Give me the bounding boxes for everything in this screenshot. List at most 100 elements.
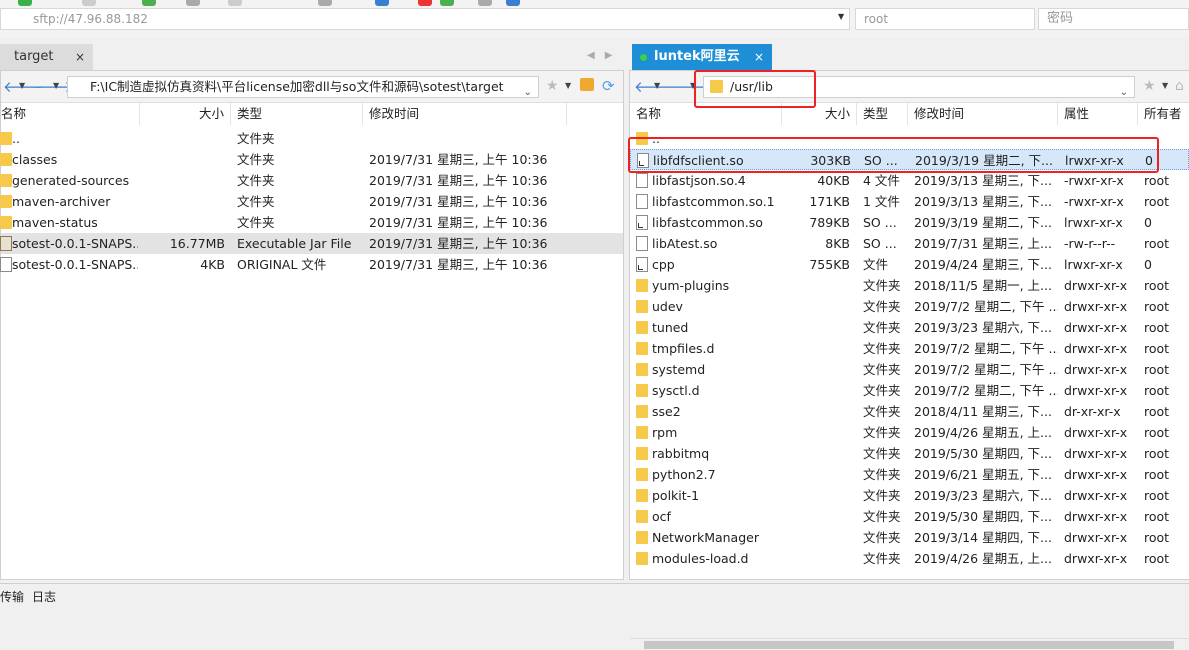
close-icon[interactable]: ×	[75, 44, 85, 70]
copy-icon[interactable]	[186, 0, 200, 6]
table-row[interactable]: maven-status 文件夹 2019/7/31 星期三, 上午 10:36	[0, 212, 623, 233]
chevron-down-icon[interactable]: ⌄	[524, 83, 532, 103]
table-row[interactable]: polkit-1 文件夹 2019/3/23 星期六, 下... drwxr-xr-x…	[630, 485, 1189, 506]
file-type: 文件夹	[863, 551, 901, 566]
file-attributes: drwxr-xr-x	[1064, 509, 1128, 524]
file-size	[782, 443, 850, 464]
table-row[interactable]: maven-archiver 文件夹 2019/7/31 星期三, 上午 10:36	[0, 191, 623, 212]
table-row[interactable]: yum-plugins 文件夹 2018/11/5 星期一, 上... drwxr-x…	[630, 275, 1189, 296]
file-icon	[636, 236, 648, 251]
chevron-down-icon[interactable]: ▼	[1162, 81, 1168, 90]
cut-icon[interactable]	[318, 0, 332, 6]
table-row[interactable]: sotest-0.0.1-SNAPS... 16.77MB Executable J…	[0, 233, 623, 254]
tab-local-target[interactable]: target ×	[0, 44, 93, 70]
table-row[interactable]: tuned 文件夹 2019/3/23 星期六, 下... drwxr-xr-x roo…	[630, 317, 1189, 338]
column-name[interactable]: 名称	[0, 103, 140, 125]
tab-log[interactable]: 日志	[32, 588, 56, 605]
chevron-down-icon[interactable]: ▼	[53, 81, 59, 90]
remote-column-header: 名称 大小 类型 修改时间 属性 所有者	[630, 103, 1189, 125]
scrollbar-thumb[interactable]	[644, 641, 1174, 649]
column-type[interactable]: 类型	[231, 103, 363, 125]
file-size	[140, 128, 225, 149]
stop-icon[interactable]	[418, 0, 432, 6]
file-icon	[0, 257, 12, 272]
home-icon[interactable]	[580, 78, 594, 91]
column-type[interactable]: 类型	[857, 103, 908, 125]
column-modified[interactable]: 修改时间	[363, 103, 567, 125]
table-row[interactable]: cpp 755KB 文件 2019/4/24 星期三, 下... lrwxr-xr-x 0	[630, 254, 1189, 275]
table-row[interactable]: rpm 文件夹 2019/4/26 星期五, 上... drwxr-xr-x root	[630, 422, 1189, 443]
table-row[interactable]: classes 文件夹 2019/7/31 星期三, 上午 10:36	[0, 149, 623, 170]
file-type: 文件夹	[863, 530, 901, 545]
tab-transfer[interactable]: 传输	[0, 588, 24, 605]
paste-icon[interactable]	[228, 0, 242, 6]
table-row[interactable]: rabbitmq 文件夹 2019/5/30 星期四, 下... drwxr-xr-x…	[630, 443, 1189, 464]
file-modified: 2019/7/2 星期二, 下午 ...	[914, 299, 1058, 314]
file-type: 1 文件	[863, 194, 900, 209]
file-owner: root	[1144, 551, 1170, 566]
chevron-down-icon[interactable]: ⌄	[1120, 83, 1128, 103]
table-row[interactable]: libfdfsclient.so 303KB SO ... 2019/3/19 星期二…	[630, 149, 1189, 170]
chevron-down-icon[interactable]: ▼	[654, 81, 660, 90]
tab-scroll-arrows[interactable]: ◀▶	[587, 50, 622, 61]
remote-path-input[interactable]: /usr/lib ⌄	[703, 76, 1135, 98]
column-owner[interactable]: 所有者	[1138, 103, 1189, 125]
table-row[interactable]: .. 文件夹	[0, 128, 623, 149]
local-path-input[interactable]: F:\IC制造虚拟仿真资料\平台license加密dll与so文件和源码\sot…	[67, 76, 539, 98]
table-row[interactable]: NetworkManager 文件夹 2019/3/14 星期四, 下... drwx…	[630, 527, 1189, 548]
username-input[interactable]: root	[855, 8, 1035, 30]
file-size: 755KB	[809, 257, 850, 272]
file-modified: 2019/4/26 星期五, 上...	[914, 425, 1052, 440]
home-icon[interactable]: ⌂	[1175, 78, 1184, 94]
play-icon[interactable]	[440, 0, 454, 6]
column-modified[interactable]: 修改时间	[908, 103, 1058, 125]
file-owner: 0	[1144, 215, 1152, 230]
table-row[interactable]: tmpfiles.d 文件夹 2019/7/2 星期二, 下午 ... drwxr-x…	[630, 338, 1189, 359]
file-name: libfastjson.so.4	[652, 173, 746, 188]
column-size[interactable]: 大小	[140, 103, 231, 125]
table-row[interactable]: ocf 文件夹 2019/5/30 星期四, 下... drwxr-xr-x root	[630, 506, 1189, 527]
table-row[interactable]: sse2 文件夹 2018/4/11 星期三, 下... dr-xr-xr-x root	[630, 401, 1189, 422]
column-attributes[interactable]: 属性	[1058, 103, 1138, 125]
column-name[interactable]: 名称	[630, 103, 782, 125]
table-row[interactable]: generated-sources 文件夹 2019/7/31 星期三, 上午 10…	[0, 170, 623, 191]
password-input[interactable]: 密码	[1038, 8, 1189, 30]
table-row[interactable]: sysctl.d 文件夹 2019/7/2 星期二, 下午 ... drwxr-xr-…	[630, 380, 1189, 401]
file-modified: 2019/7/31 星期三, 上午 10:36	[369, 173, 548, 188]
column-size[interactable]: 大小	[782, 103, 857, 125]
horizontal-scrollbar[interactable]	[630, 638, 1189, 650]
chevron-down-icon[interactable]: ▼	[838, 12, 844, 21]
table-row[interactable]: python2.7 文件夹 2019/6/21 星期五, 下... drwxr-xr-…	[630, 464, 1189, 485]
file-size	[782, 128, 850, 149]
gear-icon[interactable]	[478, 0, 492, 6]
chevron-down-icon[interactable]: ▼	[19, 81, 25, 90]
chevron-down-icon[interactable]: ▼	[565, 81, 571, 90]
table-row[interactable]: udev 文件夹 2019/7/2 星期二, 下午 ... drwxr-xr-x roo…	[630, 296, 1189, 317]
chevron-down-icon[interactable]: ▼	[690, 81, 696, 90]
host-input[interactable]: sftp://47.96.88.182	[0, 8, 850, 30]
info-icon[interactable]	[375, 0, 389, 6]
new-connection-icon[interactable]	[18, 0, 32, 6]
bookmark-star-icon[interactable]: ★	[1143, 78, 1156, 94]
refresh-icon[interactable]: ⟳	[602, 77, 615, 95]
table-row[interactable]: ..	[630, 128, 1189, 149]
file-owner: root	[1144, 530, 1170, 545]
tab-remote-luntek[interactable]: luntek阿里云 ×	[632, 44, 772, 70]
disconnect-icon[interactable]	[82, 0, 96, 6]
file-name: maven-status	[12, 215, 98, 230]
table-row[interactable]: libfastcommon.so.1 171KB 1 文件 2019/3/13 星期三…	[630, 191, 1189, 212]
file-name: yum-plugins	[652, 278, 730, 293]
file-name: rabbitmq	[652, 446, 710, 461]
table-row[interactable]: modules-load.d 文件夹 2019/4/26 星期五, 上... drwx…	[630, 548, 1189, 569]
close-icon[interactable]: ×	[754, 44, 764, 70]
folder-icon	[636, 552, 648, 565]
table-row[interactable]: sotest-0.0.1-SNAPS... 4KB ORIGINAL 文件 2019/…	[0, 254, 623, 275]
bookmark-star-icon[interactable]: ★	[546, 78, 559, 94]
table-row[interactable]: libAtest.so 8KB SO ... 2019/7/31 星期三, 上... -…	[630, 233, 1189, 254]
help-icon[interactable]	[506, 0, 520, 6]
table-row[interactable]: systemd 文件夹 2019/7/2 星期二, 下午 ... drwxr-xr-x…	[630, 359, 1189, 380]
settings-icon[interactable]	[142, 0, 156, 6]
link-icon	[637, 153, 649, 168]
table-row[interactable]: libfastjson.so.4 40KB 4 文件 2019/3/13 星期三, 下…	[630, 170, 1189, 191]
table-row[interactable]: libfastcommon.so 789KB SO ... 2019/3/19 星期二…	[630, 212, 1189, 233]
